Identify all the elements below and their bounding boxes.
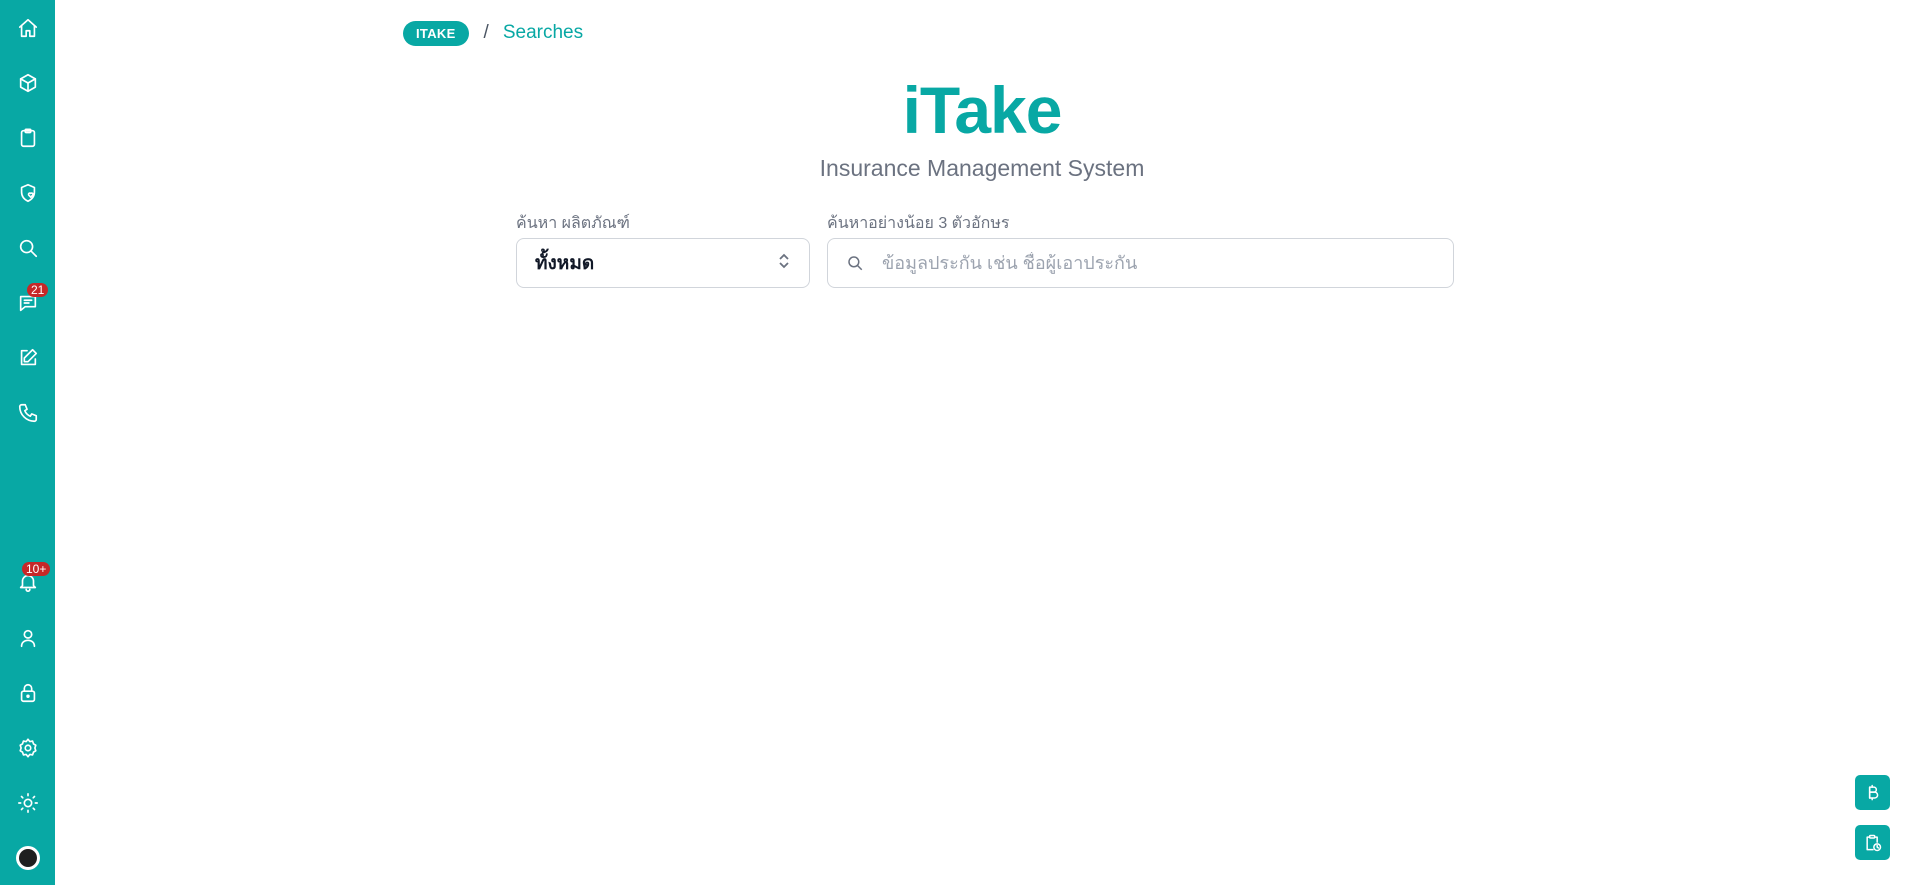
search-field[interactable] bbox=[827, 238, 1454, 288]
message-count-badge: 21 bbox=[27, 283, 49, 297]
sidebar-item-edit[interactable] bbox=[0, 338, 55, 378]
breadcrumb-current-link[interactable]: Searches bbox=[503, 22, 583, 44]
home-icon bbox=[18, 18, 37, 38]
payment-button[interactable] bbox=[1855, 775, 1890, 810]
edit-icon bbox=[20, 348, 37, 366]
search-icon bbox=[848, 256, 863, 271]
sidebar-item-lock[interactable] bbox=[0, 673, 55, 713]
breadcrumb-separator: / bbox=[483, 22, 489, 43]
avatar-icon bbox=[15, 846, 40, 870]
sidebar-item-profile[interactable] bbox=[0, 618, 55, 658]
sidebar-item-search[interactable] bbox=[0, 228, 55, 268]
clipboard-clock-icon bbox=[1865, 834, 1881, 851]
sidebar-item-notifications[interactable]: 10+ bbox=[0, 562, 55, 602]
sidebar-item-phone[interactable] bbox=[0, 393, 55, 433]
lock-icon bbox=[20, 683, 35, 703]
search-icon bbox=[19, 239, 37, 258]
page-subtitle: Insurance Management System bbox=[819, 155, 1145, 181]
product-filter-label: ค้นหา ผลิตภัณฑ์ bbox=[516, 215, 630, 232]
shield-heart-icon bbox=[20, 183, 35, 203]
user-icon bbox=[20, 629, 35, 648]
sidebar-item-account[interactable] bbox=[0, 838, 55, 878]
sidebar-item-theme[interactable] bbox=[0, 783, 55, 823]
sun-icon bbox=[17, 793, 38, 813]
breadcrumb-root-link[interactable]: ITAKE bbox=[403, 20, 469, 46]
page-title: iTake bbox=[902, 73, 1063, 147]
search-query-label: ค้นหาอย่างน้อย 3 ตัวอักษร bbox=[827, 215, 1010, 232]
sidebar-item-settings[interactable] bbox=[0, 728, 55, 768]
task-history-button[interactable] bbox=[1855, 825, 1890, 860]
breadcrumb: ITAKE / Searches bbox=[403, 20, 583, 46]
baht-icon bbox=[1868, 784, 1878, 800]
notification-count-badge: 10+ bbox=[22, 562, 51, 576]
chevron-up-down-icon bbox=[777, 252, 791, 275]
sidebar-item-home[interactable] bbox=[0, 8, 55, 48]
gear-icon bbox=[18, 738, 37, 758]
product-filter-value: ทั้งหมด bbox=[535, 253, 595, 274]
sidebar-item-messages[interactable]: 21 bbox=[0, 283, 55, 323]
product-filter-select[interactable]: ทั้งหมด bbox=[516, 238, 810, 288]
search-input[interactable] bbox=[880, 251, 1435, 275]
phone-icon bbox=[18, 403, 37, 423]
